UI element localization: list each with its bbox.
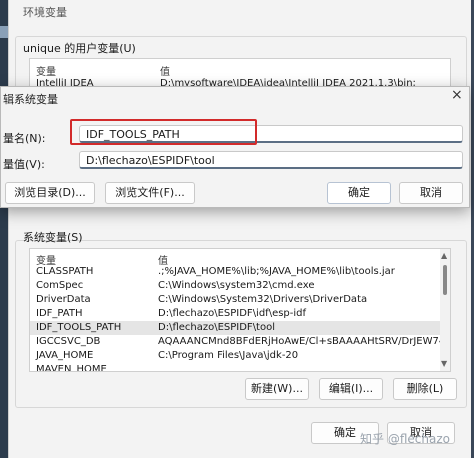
variable-value-cell: .;%JAVA_HOME%\lib;%JAVA_HOME%\lib\tools.… bbox=[158, 266, 395, 277]
variable-value-cell: C:\Windows\system32\cmd.exe bbox=[158, 280, 315, 291]
variable-name-cell: MAVEN_HOME bbox=[36, 364, 107, 372]
table-row[interactable]: MAVEN_HOME bbox=[30, 363, 440, 372]
edit-button[interactable]: 编辑(I)... bbox=[319, 378, 383, 400]
column-header-value[interactable]: 值 bbox=[160, 63, 170, 78]
variable-name-cell: CLASSPATH bbox=[36, 266, 94, 277]
table-row[interactable]: IDF_TOOLS_PATH D:\flechazo\ESPIDF\tool bbox=[30, 321, 440, 335]
variable-name-cell: ComSpec bbox=[36, 280, 84, 291]
new-button[interactable]: 新建(W)... bbox=[245, 378, 309, 400]
window-title: 环境变量 bbox=[23, 6, 67, 19]
table-row[interactable]: CLASSPATH .;%JAVA_HOME%\lib;%JAVA_HOME%\l… bbox=[30, 265, 440, 279]
delete-button[interactable]: 删除(L) bbox=[393, 378, 457, 400]
browse-directory-button[interactable]: 浏览目录(D)... bbox=[5, 182, 95, 204]
variable-value-cell: C:\Windows\System32\Drivers\DriverData bbox=[158, 294, 368, 305]
variable-value-label: 量值(V): bbox=[3, 158, 45, 171]
edit-system-variable-dialog: 辑系统变量 × 量名(N): IDF_TOOLS_PATH 量值(V): D:\… bbox=[0, 86, 470, 208]
highlight-annotation bbox=[70, 119, 257, 145]
table-row[interactable]: DriverData C:\Windows\System32\Drivers\Dr… bbox=[30, 293, 440, 307]
user-variables-label: unique 的用户变量(U) bbox=[23, 42, 136, 55]
table-scrollbar[interactable]: ▲ ▼ bbox=[440, 249, 450, 371]
system-variables-table[interactable]: 变量 值 CLASSPATH .;%JAVA_HOME%\lib;%JAVA_HO… bbox=[29, 248, 451, 372]
variable-name-cell: IGCCSVC_DB bbox=[36, 336, 101, 347]
scroll-up-arrow-icon[interactable]: ▲ bbox=[441, 251, 447, 260]
variable-name-cell: DriverData bbox=[36, 294, 91, 305]
variable-name-cell: IDF_PATH bbox=[36, 308, 83, 319]
system-variables-label: 系统变量(S) bbox=[23, 231, 83, 244]
watermark: 知乎 @flechazo bbox=[360, 432, 450, 446]
browse-file-button[interactable]: 浏览文件(F)... bbox=[105, 182, 195, 204]
scroll-down-arrow-icon[interactable]: ▼ bbox=[441, 359, 447, 368]
background-window-strip bbox=[0, 0, 8, 458]
variable-value-cell: C:\Program Files\Java\jdk-20 bbox=[158, 350, 299, 361]
variable-value-cell: D:\flechazo\ESPIDF\tool bbox=[158, 322, 275, 333]
dialog-ok-button[interactable]: 确定 bbox=[327, 182, 391, 204]
environment-variables-window: 环境变量 unique 的用户变量(U) 变量 值 IntelliJ IDEA … bbox=[8, 0, 471, 458]
variable-value-cell: AQAAANCMnd8BFdERjHoAwE/Cl+sBAAAAHtSRV/Dr… bbox=[158, 336, 451, 347]
variable-name-cell: IDF_TOOLS_PATH bbox=[36, 322, 122, 333]
variable-name-cell: JAVA_HOME bbox=[36, 350, 94, 361]
variable-name-label: 量名(N): bbox=[3, 132, 46, 145]
table-row[interactable]: JAVA_HOME C:\Program Files\Java\jdk-20 bbox=[30, 349, 440, 363]
column-header-variable[interactable]: 变量 bbox=[36, 63, 56, 78]
scroll-thumb[interactable] bbox=[443, 265, 447, 295]
dialog-cancel-button[interactable]: 取消 bbox=[399, 182, 463, 204]
table-row[interactable]: ComSpec C:\Windows\system32\cmd.exe bbox=[30, 279, 440, 293]
table-row[interactable]: IDF_PATH D:\flechazo\ESPIDF\idf\esp-idf bbox=[30, 307, 440, 321]
variable-value-cell: D:\flechazo\ESPIDF\idf\esp-idf bbox=[158, 308, 307, 319]
variable-value-input[interactable]: D:\flechazo\ESPIDF\tool bbox=[79, 151, 463, 169]
dialog-title: 辑系统变量 bbox=[3, 93, 58, 106]
table-row[interactable]: IGCCSVC_DB AQAAANCMnd8BFdERjHoAwE/Cl+sBAA… bbox=[30, 335, 450, 349]
close-icon[interactable]: × bbox=[451, 87, 463, 103]
